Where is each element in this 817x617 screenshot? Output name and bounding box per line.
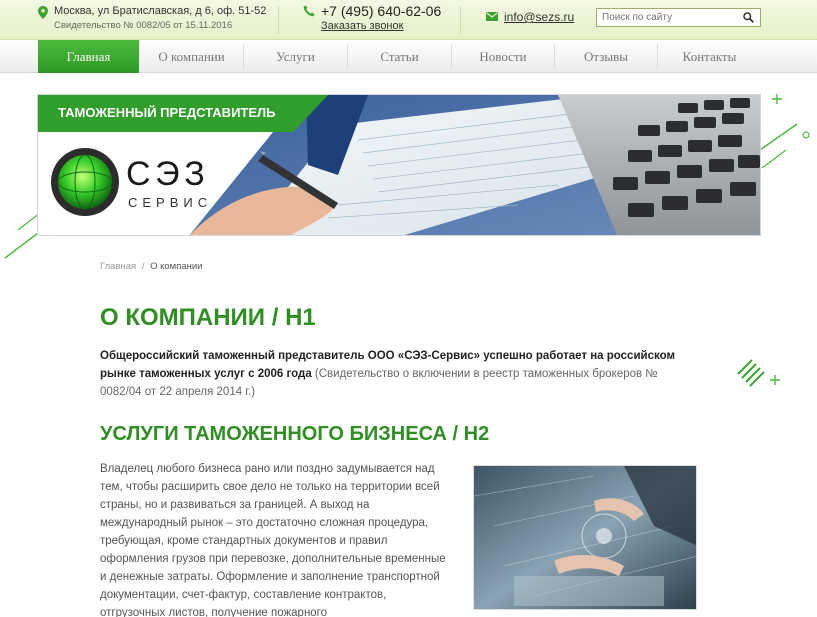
search-icon[interactable] [743,12,754,23]
intro-paragraph: Общероссийский таможенный представитель … [100,347,700,401]
banner-tag-text: ТАМОЖЕННЫЙ ПРЕДСТАВИТЕЛЬ [58,105,276,120]
search-input[interactable] [597,9,737,26]
callback-link[interactable]: Заказать звонок [321,20,403,32]
nav-item-reviews[interactable]: Отзывы [555,40,657,73]
breadcrumb: Главная / О компании [100,261,203,272]
search-box [596,8,761,27]
brand-name: СЭЗ [126,155,210,193]
breadcrumb-separator: / [141,261,145,272]
nav-item-contacts[interactable]: Контакты [658,40,761,73]
breadcrumb-home[interactable]: Главная [100,261,136,272]
top-bar: Москва, ул Братиславская, д 6, оф. 51-52… [0,0,817,40]
address-text: Москва, ул Братиславская, д 6, оф. 51-52 [54,5,267,17]
banner-tag: ТАМОЖЕННЫЙ ПРЕДСТАВИТЕЛЬ [38,95,328,132]
hero-banner: ТАМОЖЕННЫЙ ПРЕДСТАВИТЕЛЬ СЭЗ СЕРВИС [37,94,761,236]
divider [460,6,461,34]
divider [278,6,279,34]
mail-icon [486,12,498,21]
page-title: О КОМПАНИИ / H1 [100,304,316,331]
nav-item-news[interactable]: Новости [452,40,554,73]
location-pin-icon [38,6,48,19]
email-link[interactable]: info@sezs.ru [504,10,574,24]
phone-number[interactable]: +7 (495) 640-62-06 [321,3,441,19]
brand-subtitle: СЕРВИС [128,195,213,210]
certificate-text: Свидетельство № 0082/05 от 15.11.2016 [54,20,233,31]
globe-logo-icon [51,148,119,216]
business-hands-image [474,466,696,609]
nav-item-home[interactable]: Главная [38,40,139,73]
main-navigation: Главная О компании Услуги Статьи Новости… [0,40,817,73]
business-photo [473,465,697,610]
breadcrumb-current: О компании [150,261,203,272]
section-heading: УСЛУГИ ТАМОЖЕННОГО БИЗНЕСА / H2 [100,423,490,445]
nav-item-articles[interactable]: Статьи [348,40,451,73]
body-paragraph: Владелец любого бизнеса рано или поздно … [100,463,446,617]
phone-icon [303,5,315,17]
nav-item-services[interactable]: Услуги [244,40,347,73]
nav-item-about[interactable]: О компании [140,40,243,73]
